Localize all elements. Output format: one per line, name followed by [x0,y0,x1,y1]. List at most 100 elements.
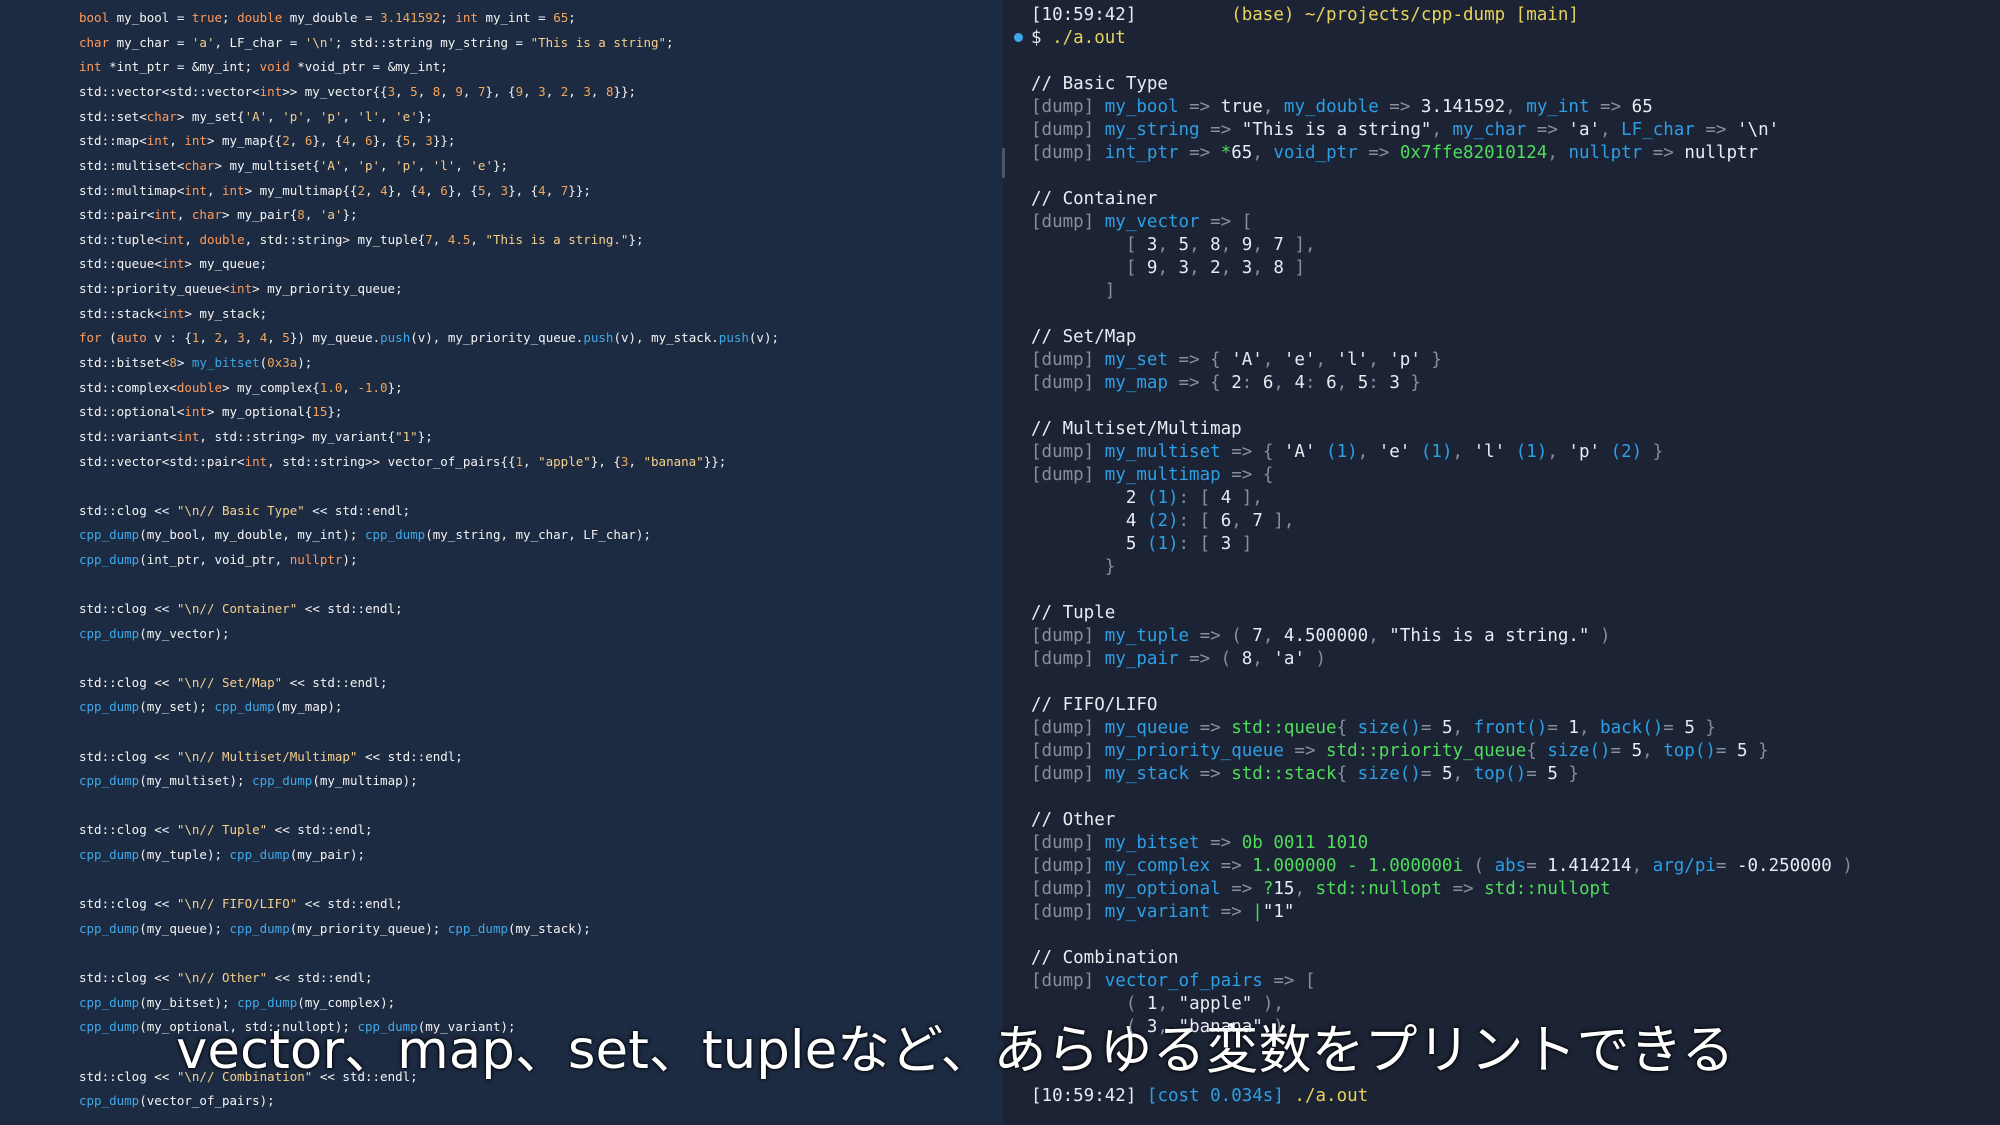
terminal-token: 3 [1389,373,1400,393]
code-token: ); [297,355,313,370]
code-token: (my_pair); [289,847,366,862]
code-token: int [154,207,177,222]
terminal-token: = [1610,741,1632,761]
terminal-token: => [ [1199,212,1253,232]
code-token: 7 [425,232,433,247]
terminal-token: : [ [1178,534,1221,554]
code-line: cpp_dump(my_multiset); cpp_dump(my_multi… [79,773,418,788]
code-line: std::clog << "\n// Combination" << std::… [79,1069,418,1084]
terminal-token: 9 [1146,258,1158,278]
terminal-token: => [1220,879,1263,899]
code-line: cpp_dump(my_tuple); cpp_dump(my_pair); [79,847,365,862]
terminal-line: [dump] my_map => { 2: 6, 4: 6, 5: 3 } [1031,372,1421,394]
code-token: << std::endl; [297,601,403,616]
code-token: , std::string> my_tuple{ [244,232,426,247]
code-token: 65 [553,10,569,25]
code-token: cpp_dump [79,626,140,641]
terminal-token: "banana" [1178,1017,1263,1037]
code-token: 9 [455,84,463,99]
terminal-token: void_ptr [1273,143,1358,163]
code-token: "\n// FIFO/LIFO" [176,896,298,911]
terminal-token: , [1452,718,1474,738]
code-token: int [161,306,185,321]
terminal-token: (base) [1231,5,1295,25]
terminal-token: 'a' [1568,120,1601,140]
terminal-line: [dump] my_multimap => { [1031,464,1273,486]
terminal-token: 5 [1631,741,1643,761]
terminal-token: , [1547,442,1569,462]
terminal-token: , [1262,350,1284,370]
code-token: int [455,10,478,25]
terminal-token: , [1157,258,1179,278]
code-token: , [244,330,260,345]
terminal-token: , [1252,235,1274,255]
terminal-token: , [1262,97,1284,117]
code-token: std::queue< [79,256,162,271]
terminal-token: => [1210,902,1253,922]
terminal-token: [dump] [1031,465,1105,485]
code-token: }; [327,404,343,419]
code-token: , [169,133,185,148]
code-token: std::vector<std::pair< [79,454,245,469]
code-token: , [380,158,396,173]
code-token: , [440,84,456,99]
terminal-token: 5 [1547,764,1558,784]
code-token: << std::endl; [357,749,463,764]
terminal-token: // Container [1031,189,1158,209]
terminal-token: = [1715,741,1737,761]
code-token: "banana" [643,454,704,469]
terminal-token: ), [1252,994,1284,1014]
code-line: std::priority_queue<int> my_priority_que… [79,281,403,296]
code-line: cpp_dump(my_optional, std::nullopt); cpp… [79,1019,516,1034]
code-token: , [470,232,486,247]
terminal-token: => { [1220,465,1274,485]
terminal-token: [dump] [1031,718,1105,738]
code-token: 6 [365,133,373,148]
code-token: , [425,183,441,198]
terminal-line: // Container [1031,188,1157,210]
code-token: (my_tuple); [139,847,230,862]
code-token: bool [79,10,110,25]
terminal-token: 2 [1210,258,1221,278]
terminal-token: => [ [1262,971,1316,991]
code-token: 3 [538,84,546,99]
code-token: std::priority_queue< [79,281,230,296]
terminal-token: my_queue [1104,718,1190,738]
terminal-token: [dump] [1031,833,1105,853]
code-token: cpp_dump [365,527,426,542]
code-token: std::clog << [79,1069,177,1084]
code-token: 'e' [395,109,418,124]
code-token: double [199,232,245,247]
terminal-token: , [1220,258,1242,278]
code-token: << std::endl; [282,675,388,690]
code-token: , [342,380,358,395]
code-token: , [267,109,283,124]
code-line: std::optional<int> my_optional{15}; [79,404,342,419]
terminal-token: 6 [1326,373,1337,393]
code-token: }}; [432,133,456,148]
terminal-token: (1) [1136,534,1179,554]
terminal-token: , [1642,741,1664,761]
code-token: my_bool = [109,10,192,25]
terminal-line: [dump] my_queue => std::queue{ size()= 5… [1031,717,1716,739]
code-token: char [184,158,215,173]
code-token: , [380,109,396,124]
terminal-token: 5 [1125,534,1137,554]
code-token: cpp_dump [252,773,313,788]
terminal-token: , [1220,235,1242,255]
terminal-token: => [1189,718,1232,738]
code-line: std::clog << "\n// Basic Type" << std::e… [79,503,410,518]
code-token: (v), my_stack. [613,330,719,345]
code-token: "\n// Combination" [176,1069,313,1084]
terminal-token: => [1178,97,1221,117]
code-token: , [485,183,501,198]
terminal-token: 3 [1241,258,1253,278]
code-token: (int_ptr, void_ptr, [139,552,290,567]
code-token: push [718,330,749,345]
code-token: , [545,183,561,198]
code-token: cpp_dump [214,699,275,714]
code-token: 15 [312,404,328,419]
scrollbar[interactable] [1002,148,1005,178]
